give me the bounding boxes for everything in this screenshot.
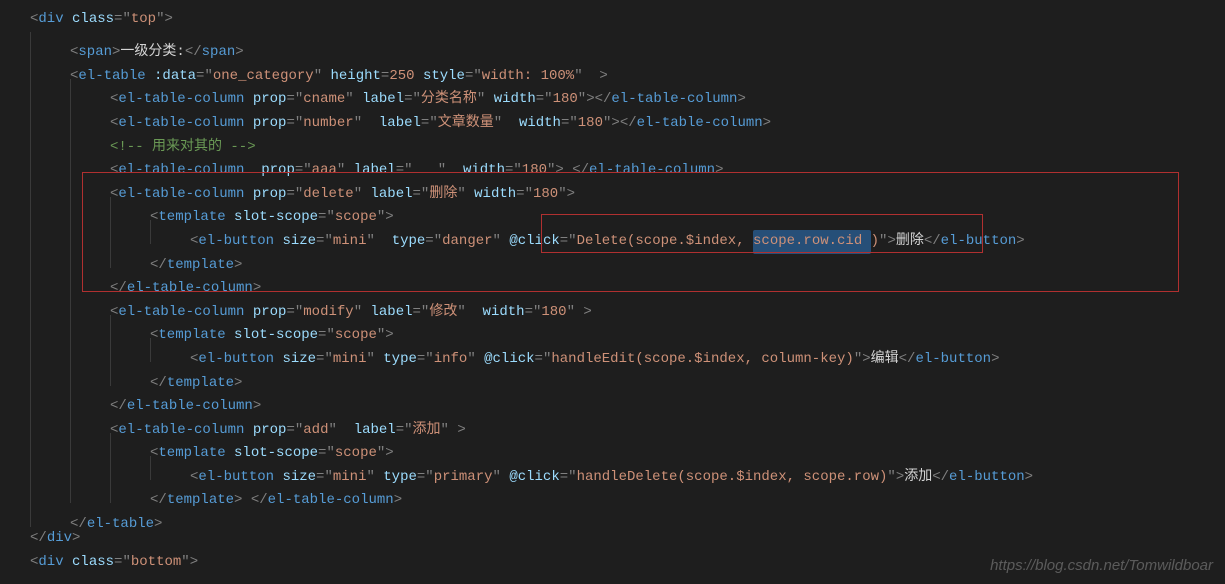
code-line[interactable]: <span>一级分类:</span> — [0, 32, 1225, 56]
selected-text: scope.row.cid — [753, 230, 871, 254]
code-editor[interactable]: <div class="top"> <span>一级分类:</span> <el… — [0, 0, 1225, 574]
watermark-text: https://blog.csdn.net/Tomwildboar — [990, 553, 1213, 579]
code-line[interactable]: </div> — [0, 527, 1225, 551]
code-line[interactable]: <div class="top"> — [0, 8, 1225, 32]
